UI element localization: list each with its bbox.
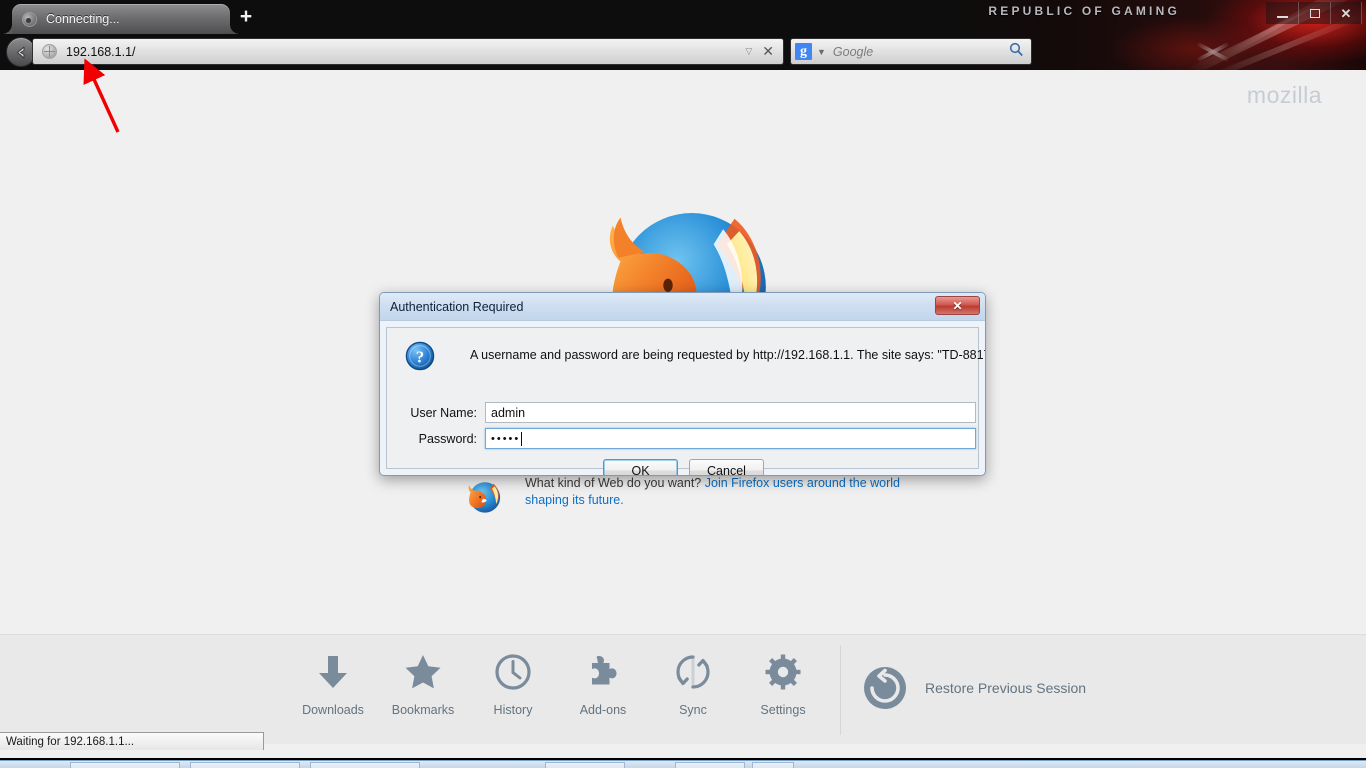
puzzle-piece-icon [584,649,622,695]
home-tagline: What kind of Web do you want? Join Firef… [465,475,905,517]
password-masked-value: ••••• [491,432,521,445]
dialog-button-row: OK Cancel [387,459,980,475]
maximize-button[interactable] [1298,2,1330,24]
home-item-label: Add-ons [579,703,627,717]
url-history-dropmarker-icon[interactable]: ▽ [745,46,752,57]
url-bar[interactable]: 192.168.1.1/ ▽ ✕ [32,38,784,65]
username-input[interactable]: admin [485,402,976,423]
search-magnifier-icon[interactable] [1009,42,1024,62]
home-item-sync[interactable]: Sync [648,649,738,717]
home-item-addons[interactable]: Add-ons [558,649,648,717]
tab-title: Connecting... [46,12,120,26]
taskbar-item-5[interactable] [675,762,745,768]
password-label: Password: [418,431,477,446]
browser-chrome: REPUBLIC OF GAMING ✕ Connecting... + 192… [0,0,1366,70]
browser-window: REPUBLIC OF GAMING ✕ Connecting... + 192… [0,0,1366,768]
windows-taskbar [0,760,1366,768]
taskbar-item-4[interactable] [545,762,625,768]
sync-arrows-icon [674,649,712,695]
google-engine-icon[interactable]: g [795,43,812,60]
password-row: Password: ••••• [387,428,980,449]
home-item-label: Settings [760,703,806,717]
tab-strip: Connecting... + [0,0,960,34]
gear-icon [764,649,802,695]
ok-button[interactable]: OK [603,459,678,475]
home-item-label: Sync [679,703,707,717]
dialog-message-row: ? A username and password are being requ… [405,341,986,371]
home-item-label: History [493,703,533,717]
home-launcher-items: Downloads Bookmarks History Add-ons Sync… [288,649,828,717]
dialog-close-button[interactable]: ✕ [935,296,980,315]
taskbar-item-6[interactable] [752,762,794,768]
search-bar[interactable]: g ▼ Google [790,38,1032,65]
tagline-lead: What kind of Web do you want? [525,476,702,490]
mozilla-watermark: mozilla [1246,82,1322,108]
url-text: 192.168.1.1/ [66,44,136,59]
restore-previous-session-label: Restore Previous Session [925,680,1087,696]
back-arrow-icon [16,46,24,58]
rog-brand-text: REPUBLIC OF GAMING [988,4,1180,18]
dialog-titlebar: Authentication Required ✕ [380,293,985,321]
home-item-settings[interactable]: Settings [738,649,828,717]
navigation-toolbar: 192.168.1.1/ ▽ ✕ g ▼ Google [0,34,1366,70]
taskbar-item-2[interactable] [190,762,300,768]
tagline-text: What kind of Web do you want? Join Firef… [525,475,905,509]
status-popup: Waiting for 192.168.1.1... [0,732,264,750]
taskbar-item-3[interactable] [310,762,420,768]
username-row: User Name: admin [387,402,980,423]
restore-previous-session-button[interactable]: Restore Previous Session [862,665,1086,711]
home-item-bookmarks[interactable]: Bookmarks [378,649,468,717]
search-input[interactable]: Google [833,45,1009,59]
username-label: User Name: [410,405,477,420]
star-icon [404,649,442,695]
stop-loading-button[interactable]: ✕ [762,43,774,60]
dialog-title: Authentication Required [390,299,524,314]
dialog-message: A username and password are being reques… [470,348,986,362]
new-tab-button[interactable]: + [234,6,258,30]
site-identity-globe-icon[interactable] [42,44,57,59]
window-controls: ✕ [1266,2,1362,24]
cancel-button[interactable]: Cancel [689,459,764,475]
tab-connecting[interactable]: Connecting... [2,4,240,34]
text-caret [521,431,523,446]
authentication-dialog: Authentication Required ✕ ? A username a… [379,292,986,476]
home-bottom-toolbar: Downloads Bookmarks History Add-ons Sync… [0,634,1366,744]
svg-text:?: ? [416,348,424,367]
search-engine-dropmarker-icon[interactable]: ▼ [817,47,826,57]
clock-icon [494,649,532,695]
home-item-label: Downloads [302,703,364,717]
tab-loading-icon [22,11,37,27]
home-item-downloads[interactable]: Downloads [288,649,378,717]
minimize-button[interactable] [1266,2,1298,24]
firefox-logo-small [468,482,501,513]
launcher-divider [840,645,841,735]
download-arrow-icon [316,649,350,695]
restore-circle-arrow-icon [864,667,906,709]
question-mark-icon: ? [405,341,435,371]
close-button[interactable]: ✕ [1330,2,1362,24]
taskbar-item-1[interactable] [70,762,180,768]
home-item-history[interactable]: History [468,649,558,717]
home-item-label: Bookmarks [391,703,455,717]
password-input[interactable]: ••••• [485,428,976,449]
dialog-body: ? A username and password are being requ… [386,327,985,475]
